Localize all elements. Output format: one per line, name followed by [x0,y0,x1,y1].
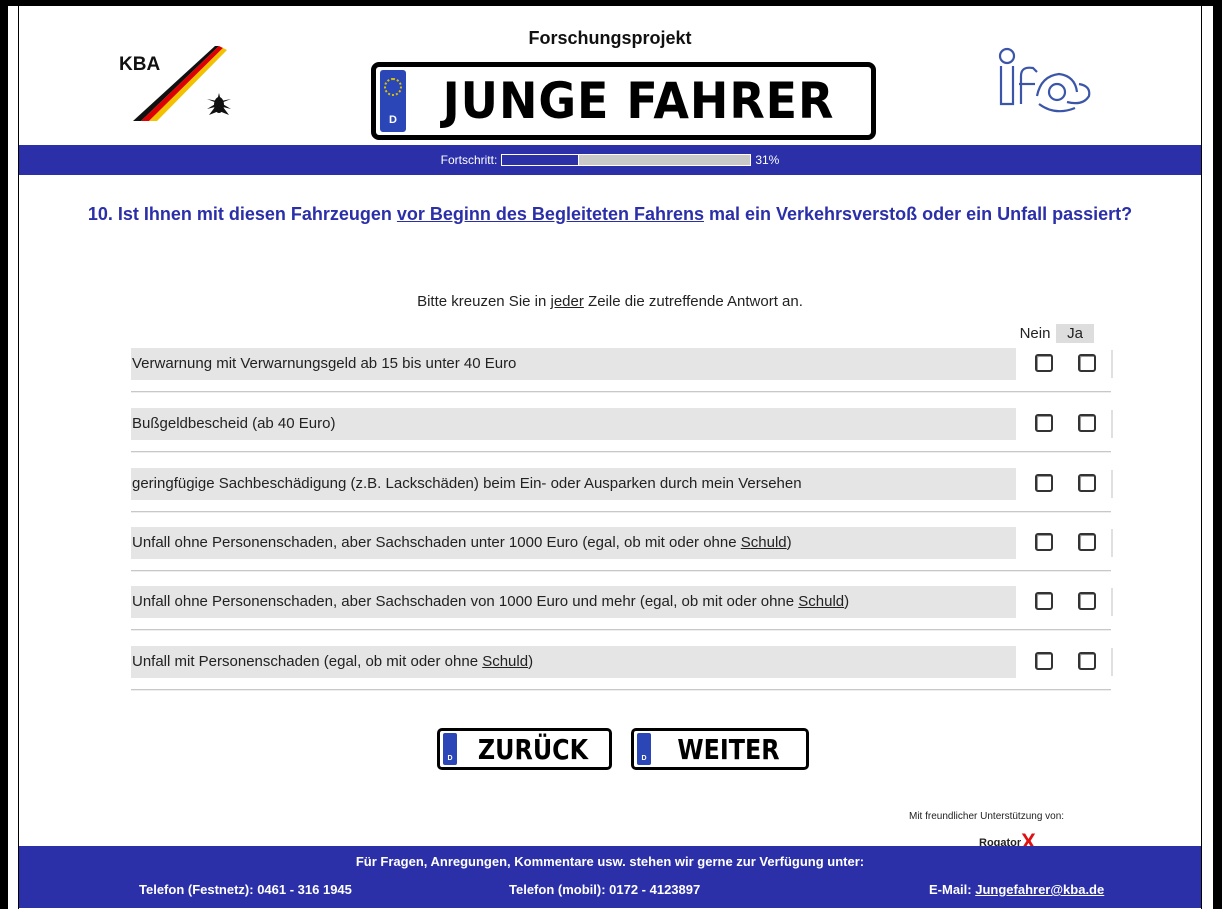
footer-phone-mobile: Telefon (mobil): 0172 - 4123897 [509,882,701,897]
question-prefix: 10. Ist Ihnen mit diesen Fahrzeugen [87,204,397,224]
eu-flag-icon: D [443,733,457,765]
plate-text: JUNGE FAHRER [442,72,835,130]
back-button[interactable]: D ZURÜCK [437,728,612,770]
checkbox-nein[interactable] [1035,354,1053,372]
question-title: 10. Ist Ihnen mit diesen Fahrzeugen vor … [29,201,1191,227]
progress-label: Fortschritt: [440,153,498,167]
checkbox-ja[interactable] [1078,533,1096,551]
back-button-label: ZURÜCK [477,732,589,766]
row-separator [131,511,1111,513]
question-row: Unfall ohne Personenschaden, aber Sachsc… [131,527,1116,587]
row-divider [1111,410,1113,438]
progress-fill [502,155,580,165]
instruction-after: Zeile die zutreffende Antwort an. [583,293,803,310]
question-row: Unfall ohne Personenschaden, aber Sachsc… [131,586,1116,646]
next-button[interactable]: D WEITER [631,728,809,770]
row-label: Unfall ohne Personenschaden, aber Sachsc… [131,586,1016,618]
instruction: Bitte kreuzen Sie in jeder Zeile die zut… [19,293,1201,310]
checkbox-ja[interactable] [1078,354,1096,372]
page-content: Forschungsprojekt KBA D JUNGE FAHRER For… [18,6,1202,909]
row-label: Unfall mit Personenschaden (egal, ob mit… [131,646,1016,678]
checkbox-nein[interactable] [1035,414,1053,432]
ifas-logo [979,46,1109,118]
row-label: Verwarnung mit Verwarnungsgeld ab 15 bis… [131,348,1016,380]
question-underlined: vor Beginn des Begleiteten Fahrens [396,204,704,224]
footer-email: E-Mail: Jungefahrer@kba.de [929,882,1104,897]
question-row: geringfügige Sachbeschädigung (z.B. Lack… [131,468,1116,528]
checkbox-nein[interactable] [1035,474,1053,492]
question-row: Verwarnung mit Verwarnungsgeld ab 15 bis… [131,348,1116,408]
question-suffix: mal ein Verkehrsverstoß oder ein Unfall … [703,204,1133,224]
row-divider [1111,529,1113,557]
checkbox-nein[interactable] [1035,533,1053,551]
header: Forschungsprojekt KBA D JUNGE FAHRER [19,6,1201,146]
footer: Für Fragen, Anregungen, Kommentare usw. … [19,846,1201,908]
row-divider [1111,470,1113,498]
checkbox-ja[interactable] [1078,652,1096,670]
eu-flag-icon: D [380,70,406,132]
ifas-logo-icon [998,47,1091,113]
row-divider [1111,648,1113,676]
row-separator [131,451,1111,453]
checkbox-ja[interactable] [1078,474,1096,492]
sponsor-label: Mit freundlicher Unterstützung von: [909,811,1065,822]
row-separator [131,689,1111,691]
progress-band: Fortschritt: 31% [19,145,1201,175]
checkbox-nein[interactable] [1035,652,1053,670]
progress-percent: 31% [755,153,780,167]
page-frame: Forschungsprojekt KBA D JUNGE FAHRER For… [0,0,1222,909]
column-header-nein: Nein [1019,325,1051,342]
junge-fahrer-plate: D JUNGE FAHRER [371,62,876,140]
footer-contact-text: Für Fragen, Anregungen, Kommentare usw. … [355,854,865,869]
row-label: geringfügige Sachbeschädigung (z.B. Lack… [131,468,1016,500]
next-button-label: WEITER [677,732,780,766]
kba-logo: KBA [119,46,249,126]
footer-email-label: E-Mail: [929,882,976,897]
checkbox-ja[interactable] [1078,592,1096,610]
instruction-before: Bitte kreuzen Sie in [417,293,551,310]
row-separator [131,570,1111,572]
question-row: Unfall mit Personenschaden (egal, ob mit… [131,646,1116,706]
row-separator [131,391,1111,393]
email-link[interactable]: Jungefahrer@kba.de [975,882,1104,897]
row-label: Bußgeldbescheid (ab 40 Euro) [131,408,1016,440]
eu-flag-icon: D [637,733,651,765]
checkbox-nein[interactable] [1035,592,1053,610]
row-divider [1111,350,1113,378]
row-label: Unfall ohne Personenschaden, aber Sachsc… [131,527,1016,559]
question-row: Bußgeldbescheid (ab 40 Euro) [131,408,1116,468]
row-separator [131,629,1111,631]
kba-stripes-icon [133,46,231,121]
answer-column-headers: Nein Ja [1014,324,1094,343]
instruction-underlined: jeder [550,293,584,310]
footer-phone-landline: Telefon (Festnetz): 0461 - 316 1945 [139,882,352,897]
column-header-ja: Ja [1056,324,1094,343]
checkbox-ja[interactable] [1078,414,1096,432]
progress-bar [501,154,752,166]
row-divider [1111,588,1113,616]
